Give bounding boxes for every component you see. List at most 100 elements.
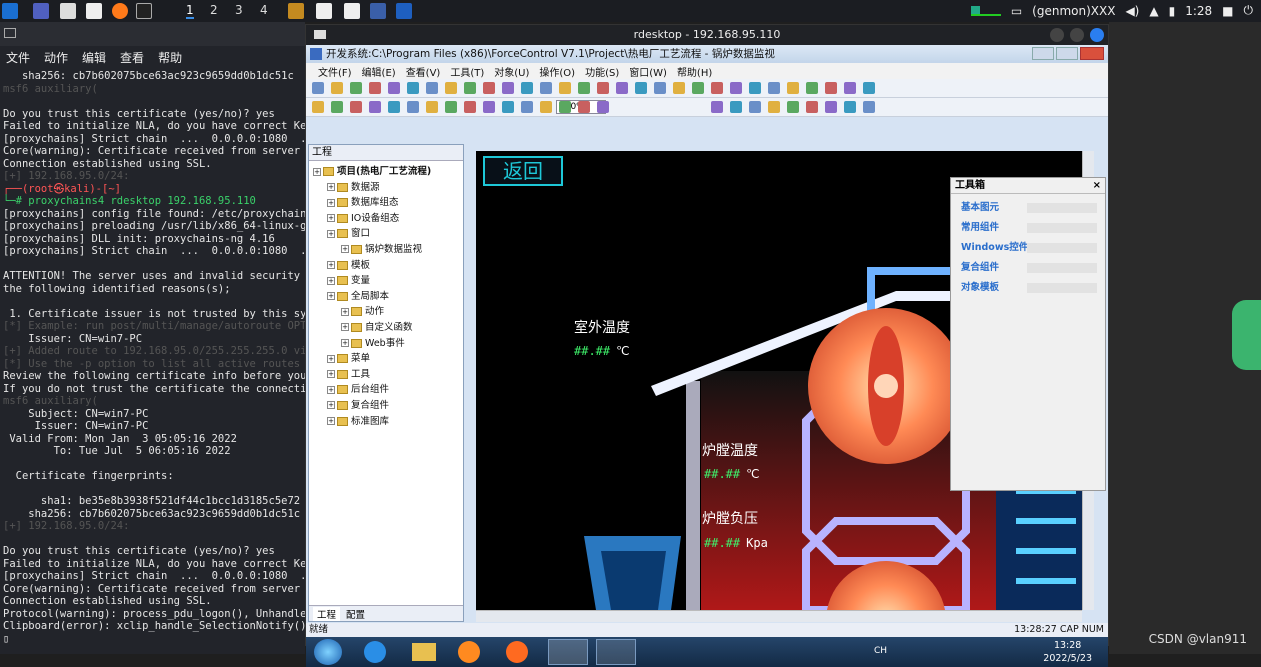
expand-icon[interactable]: + (327, 261, 335, 270)
toolbar-button-icon[interactable] (445, 82, 457, 94)
toolbar-button-icon[interactable] (806, 101, 818, 113)
tree-node[interactable]: + 菜单 (309, 351, 463, 367)
toolbar-button-icon[interactable] (483, 101, 495, 113)
toolbar-button-icon[interactable] (426, 101, 438, 113)
kali-menu-icon[interactable] (2, 3, 18, 19)
expand-icon[interactable]: + (327, 292, 335, 301)
toolbar-button-icon[interactable] (711, 101, 723, 113)
tray-clock[interactable]: 13:28 2022/5/23 (1043, 639, 1092, 665)
fc-menu-tools[interactable]: 工具(T) (450, 64, 484, 79)
toolbar-button-icon[interactable] (331, 82, 343, 94)
tray-lang[interactable]: CH (874, 646, 887, 656)
menu-help[interactable]: 帮助 (158, 49, 182, 66)
fc-max-button[interactable] (1056, 47, 1078, 60)
toolbar-button-icon[interactable] (749, 82, 761, 94)
toolbar-button-icon[interactable] (616, 82, 628, 94)
tab-project[interactable]: 工程 (313, 606, 341, 621)
firefox-taskbar-icon[interactable] (506, 641, 528, 663)
fc-min-button[interactable] (1032, 47, 1054, 60)
toolbar-button-icon[interactable] (692, 82, 704, 94)
expand-icon[interactable]: + (327, 385, 335, 394)
toolbar-button-icon[interactable] (597, 101, 609, 113)
tree-node[interactable]: + 项目(热电厂工艺流程) (309, 164, 463, 180)
toolbar-button-icon[interactable] (426, 82, 438, 94)
files-icon[interactable] (60, 3, 76, 19)
toolbar-button-icon[interactable] (597, 82, 609, 94)
expand-icon[interactable]: + (341, 323, 349, 332)
tree-node[interactable]: + 数据源 (309, 180, 463, 196)
toolbox-basic-shapes[interactable]: 基本图元 (951, 198, 1105, 218)
task-icon-3[interactable] (344, 3, 360, 19)
tree-node[interactable]: + 变量 (309, 273, 463, 289)
menu-action[interactable]: 动作 (44, 49, 68, 66)
forcecontrol-taskbar-icon[interactable] (548, 639, 588, 665)
tree-node[interactable]: + 数据库组态 (309, 195, 463, 211)
toolbar-button-icon[interactable] (407, 101, 419, 113)
tree-node[interactable]: + 窗口 (309, 226, 463, 242)
toolbar-button-icon[interactable] (787, 101, 799, 113)
menu-edit[interactable]: 编辑 (82, 49, 106, 66)
tree-node[interactable]: + 后台组件 (309, 382, 463, 398)
fc-menu-view[interactable]: 查看(V) (406, 64, 441, 79)
toolbar-button-icon[interactable] (749, 101, 761, 113)
toolbar-button-icon[interactable] (540, 82, 552, 94)
cmd-taskbar-icon[interactable] (596, 639, 636, 665)
toolbar-button-icon[interactable] (350, 82, 362, 94)
minimize-button[interactable] (1050, 28, 1064, 42)
toolbar-button-icon[interactable] (483, 82, 495, 94)
terminal-launcher-icon[interactable] (136, 3, 152, 19)
expand-icon[interactable]: + (341, 339, 349, 348)
toolbox-windows-controls[interactable]: Windows控件 (951, 238, 1105, 258)
tab-config[interactable]: 配置 (346, 607, 365, 621)
close-button[interactable] (1090, 28, 1104, 42)
clock[interactable]: 1:28 (1185, 4, 1212, 18)
toolbar-button-icon[interactable] (844, 82, 856, 94)
maximize-button[interactable] (1070, 28, 1084, 42)
toolbar-button-icon[interactable] (502, 101, 514, 113)
fc-menu-window[interactable]: 窗口(W) (629, 64, 667, 79)
tree-node[interactable]: + 动作 (309, 304, 463, 320)
toolbar-button-icon[interactable] (407, 82, 419, 94)
expand-icon[interactable]: + (327, 198, 335, 207)
toolbar-button-icon[interactable] (369, 101, 381, 113)
explorer-icon[interactable] (412, 643, 436, 661)
toolbar-button-icon[interactable] (502, 82, 514, 94)
toolbar-button-icon[interactable] (844, 101, 856, 113)
expand-icon[interactable]: + (327, 417, 335, 425)
tree-node[interactable]: + 模板 (309, 258, 463, 274)
workspace-2[interactable]: 2 (210, 3, 218, 17)
fc-menu-function[interactable]: 功能(S) (585, 64, 619, 79)
bell-icon[interactable]: ▲ (1149, 4, 1158, 18)
rdesktop-window[interactable]: rdesktop - 192.168.95.110 开发系统:C:\Progra… (305, 24, 1109, 667)
desktop-icon[interactable] (33, 3, 49, 19)
toolbar-button-icon[interactable] (825, 82, 837, 94)
task-icon-5[interactable] (396, 3, 412, 19)
toolbox-object-templates[interactable]: 对象模板 (951, 278, 1105, 298)
toolbar-button-icon[interactable] (388, 101, 400, 113)
toolbar-button-icon[interactable] (350, 101, 362, 113)
lock-icon[interactable]: ■ (1222, 4, 1233, 18)
tree-node[interactable]: + Web事件 (309, 336, 463, 352)
battery-icon[interactable]: ▮ (1169, 4, 1176, 18)
toolbar-button-icon[interactable] (540, 101, 552, 113)
task-icon-rdesktop[interactable] (370, 3, 386, 19)
toolbox-composite-components[interactable]: 复合组件 (951, 258, 1105, 278)
expand-icon[interactable]: + (327, 276, 335, 285)
workspace-1[interactable]: 1 (186, 3, 194, 19)
firefox-icon[interactable] (112, 3, 128, 19)
toolbar-button-icon[interactable] (445, 101, 457, 113)
toolbox-common-components[interactable]: 常用组件 (951, 218, 1105, 238)
media-player-icon[interactable] (458, 641, 480, 663)
toolbox-close-icon[interactable]: × (1093, 178, 1101, 194)
expand-icon[interactable]: + (327, 401, 335, 410)
toolbar-button-icon[interactable] (369, 82, 381, 94)
workspace-4[interactable]: 4 (260, 3, 268, 17)
toolbar-button-icon[interactable] (730, 82, 742, 94)
toolbar-button-icon[interactable] (578, 101, 590, 113)
volume-icon[interactable]: ◀) (1125, 4, 1139, 18)
start-button[interactable] (314, 639, 342, 665)
fc-menu-file[interactable]: 文件(F) (318, 64, 352, 79)
canvas-hscrollbar[interactable] (476, 610, 1082, 622)
tree-node[interactable]: + IO设备组态 (309, 211, 463, 227)
menu-view[interactable]: 查看 (120, 49, 144, 66)
